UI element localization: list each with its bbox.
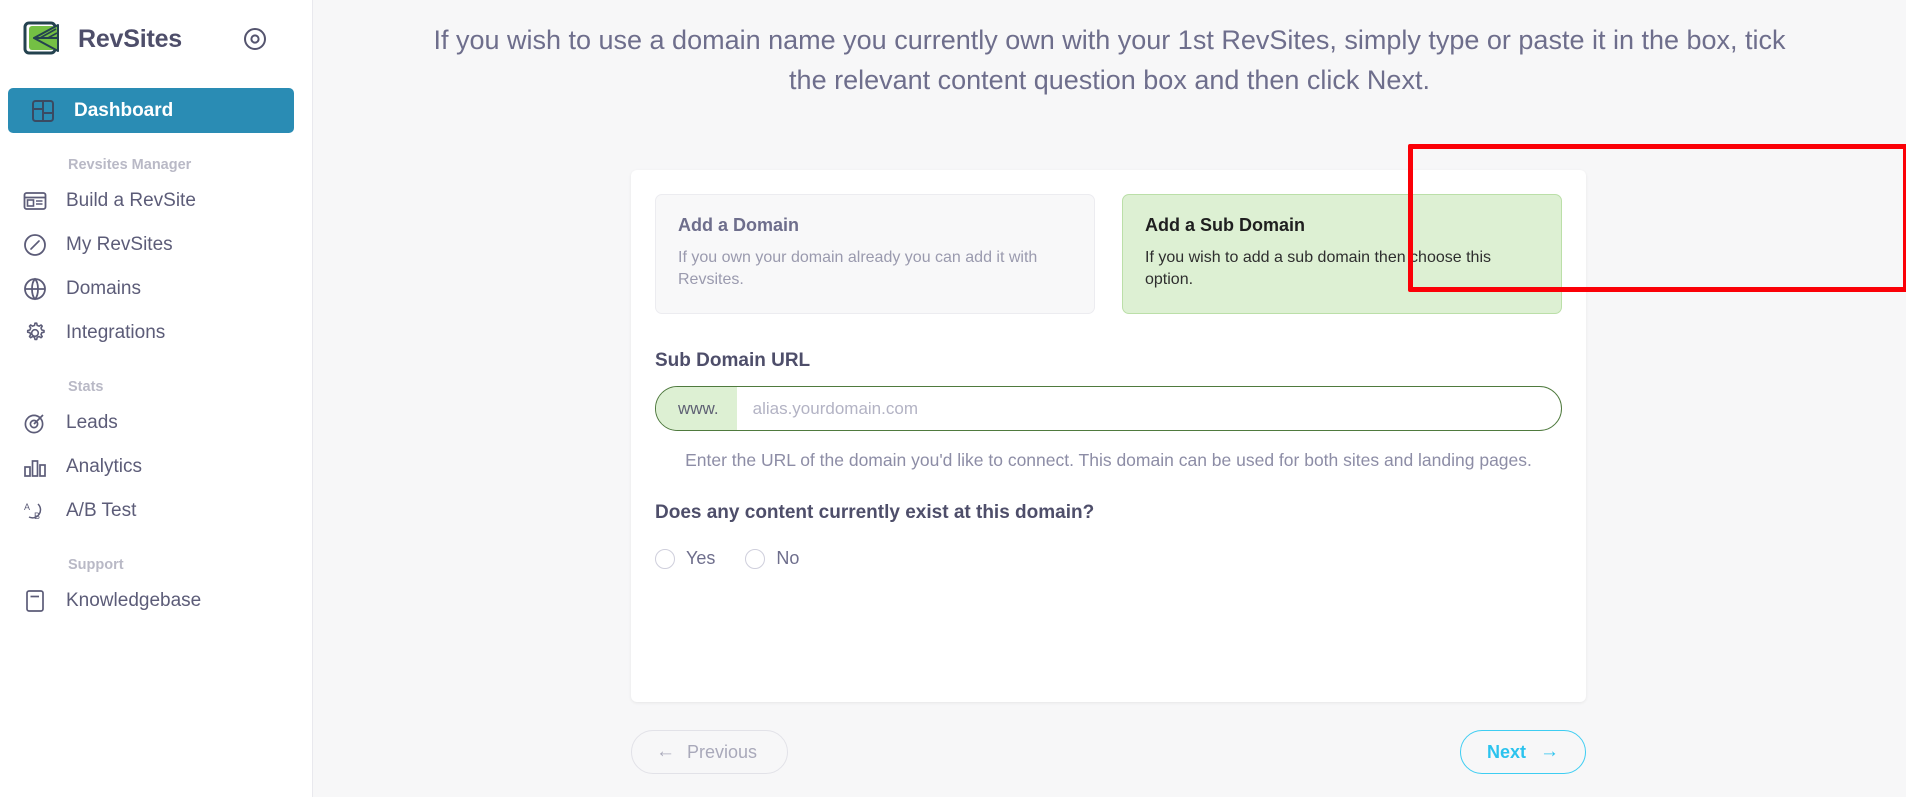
radio-label: No (776, 548, 800, 568)
sidebar-item-analytics[interactable]: Analytics (0, 445, 312, 489)
next-button-label: Next (1486, 741, 1526, 762)
sub-domain-url-label: Sub Domain URL (655, 350, 811, 371)
option-add-a-domain[interactable]: Add a Domain If you own your domain alre… (655, 194, 1095, 314)
brand-name: RevSites (78, 24, 183, 53)
sidebar-item-ab-test[interactable]: A B A/B Test (0, 489, 312, 533)
sidebar-item-label: Analytics (66, 456, 143, 477)
www-prefix-label: www. (656, 387, 737, 430)
sidebar-item-label: Integrations (66, 322, 166, 343)
content-exists-question-title: Does any content currently exist at this… (655, 502, 1095, 523)
dashboard-grid-icon (30, 98, 56, 124)
sidebar-item-integrations[interactable]: Integrations (0, 311, 312, 355)
content-exists-question-block: Does any content currently exist at this… (631, 474, 1586, 569)
app-root: RevSites Dashboard Revsites Manager Buil… (0, 0, 1906, 797)
page-intro-text: If you wish to use a domain name you cur… (433, 25, 1786, 95)
radio-option-yes[interactable]: Yes (655, 548, 715, 569)
option-description: If you own your domain already you can a… (678, 249, 1038, 288)
target-arrow-icon (22, 410, 48, 436)
sidebar-group-title-revsites-manager: Revsites Manager (68, 157, 192, 173)
sidebar-item-build-a-revsite[interactable]: Build a RevSite (0, 179, 312, 223)
domain-type-options: Add a Domain If you own your domain alre… (631, 170, 1586, 314)
next-button[interactable]: Next → (1459, 730, 1586, 774)
sidebar-item-label: Dashboard (74, 99, 174, 121)
sidebar-item-label: A/B Test (66, 500, 137, 521)
globe-icon (22, 276, 48, 302)
browser-window-icon (22, 188, 48, 214)
arrow-left-icon: ← (656, 741, 675, 762)
sidebar-group-title-support: Support (68, 557, 124, 573)
radio-circle-icon[interactable] (655, 548, 675, 569)
sidebar-item-dashboard[interactable]: Dashboard (8, 88, 294, 133)
radio-circle-icon[interactable] (745, 548, 766, 569)
sidebar-item-label: My RevSites (66, 234, 173, 255)
gear-icon (22, 320, 48, 346)
target-circle-icon[interactable] (242, 26, 268, 52)
wizard-footer: ← Previous Next → (631, 730, 1586, 774)
sidebar-item-knowledgebase[interactable]: Knowledgebase (0, 579, 312, 623)
sidebar-item-leads[interactable]: Leads (0, 401, 312, 445)
sidebar-item-label: Knowledgebase (66, 590, 202, 611)
brand-header: RevSites (0, 0, 312, 78)
sidebar-group-title-stats: Stats (68, 379, 104, 395)
sub-domain-url-input-group[interactable]: www. (655, 386, 1562, 431)
main-content: If you wish to use a domain name you cur… (313, 0, 1906, 797)
bar-chart-icon (22, 454, 48, 480)
radio-label: Yes (686, 548, 716, 568)
content-exists-radio-group: Yes No (655, 548, 1562, 569)
sidebar: RevSites Dashboard Revsites Manager Buil… (0, 0, 313, 797)
book-icon (22, 588, 48, 614)
sub-domain-url-help-text: Enter the URL of the domain you'd like t… (685, 450, 1532, 470)
revsites-logo-icon (22, 19, 64, 59)
radio-option-no[interactable]: No (745, 548, 799, 569)
sidebar-item-domains[interactable]: Domains (0, 267, 312, 311)
sidebar-nav: Dashboard Revsites Manager Build a RevSi… (0, 78, 312, 623)
sidebar-item-label: Build a RevSite (66, 190, 196, 211)
sidebar-item-my-revsites[interactable]: My RevSites (0, 223, 312, 267)
svg-text:A: A (24, 502, 30, 512)
option-add-a-sub-domain[interactable]: Add a Sub Domain If you wish to add a su… (1122, 194, 1562, 314)
sub-domain-url-input[interactable] (736, 387, 1561, 430)
previous-button-label: Previous (687, 741, 758, 762)
domain-setup-card: Add a Domain If you own your domain alre… (631, 170, 1586, 702)
option-description: If you wish to add a sub domain then cho… (1145, 249, 1491, 288)
compass-icon (22, 232, 48, 258)
sidebar-item-label: Leads (66, 412, 118, 433)
sidebar-item-label: Domains (66, 278, 141, 299)
arrow-right-icon: → (1540, 741, 1559, 762)
option-title: Add a Sub Domain (1145, 215, 1306, 235)
previous-button[interactable]: ← Previous (631, 730, 789, 774)
option-title: Add a Domain (678, 215, 800, 235)
ab-test-icon: A B (22, 498, 48, 524)
sub-domain-url-field-block: Sub Domain URL www. Enter the URL of the… (631, 314, 1586, 474)
